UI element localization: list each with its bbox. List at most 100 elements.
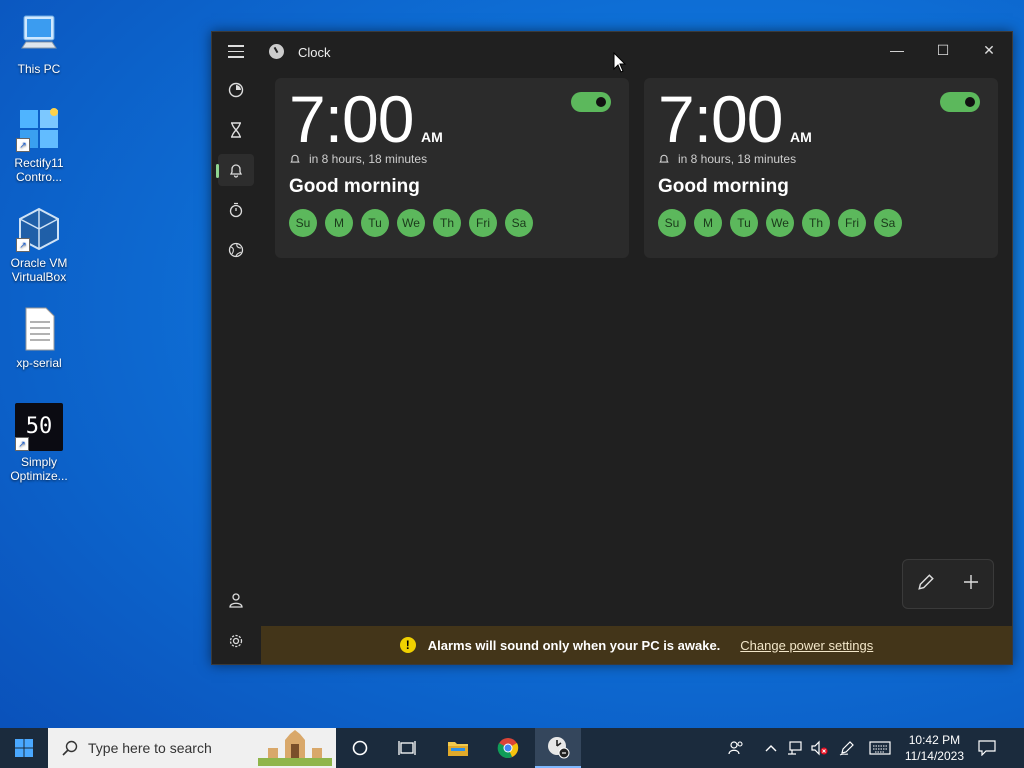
alarm-card[interactable]: 7:00 AM in 8 hours, 18 minutes Good morn… (275, 78, 629, 258)
nav-timer[interactable] (218, 114, 254, 146)
touch-keyboard-button[interactable] (866, 728, 894, 768)
alarm-clock-icon (548, 737, 570, 759)
day-chip: Th (802, 209, 830, 237)
alarm-actions (902, 559, 994, 609)
account-button[interactable] (218, 584, 254, 616)
windows-start-icon (15, 739, 33, 757)
desktop-icon-label: This PC (17, 62, 61, 76)
taskbar-clock[interactable]: 10:42 PM 11/14/2023 (905, 732, 964, 764)
file-explorer-button[interactable] (437, 728, 479, 768)
desktop-icon-virtualbox[interactable]: ↗ Oracle VM VirtualBox (4, 206, 74, 284)
simply-optimize-icon: 50 ↗ (15, 403, 63, 451)
day-chip: Th (433, 209, 461, 237)
day-chip: M (325, 209, 353, 237)
desktop-icon-label: Simply Optimize... (10, 455, 68, 483)
people-button[interactable] (724, 728, 748, 768)
nav-alarm[interactable] (216, 154, 254, 186)
day-chip: Fri (469, 209, 497, 237)
hamburger-menu-icon[interactable] (228, 45, 244, 59)
network-button[interactable] (784, 728, 806, 768)
taskbar-search-box[interactable]: Type here to search (48, 728, 336, 768)
gear-icon (229, 634, 243, 648)
nav-focus-sessions[interactable] (218, 74, 254, 106)
focus-sessions-icon (228, 82, 244, 98)
text-document-icon (16, 306, 62, 352)
alarm-time: 7:00 (658, 82, 783, 156)
maximize-button[interactable]: ☐ (920, 32, 966, 68)
day-chip: Sa (874, 209, 902, 237)
computer-icon (16, 12, 62, 58)
alarm-remaining-text: in 8 hours, 18 minutes (309, 152, 428, 166)
desktop-icon-this-pc[interactable]: This PC (4, 12, 74, 76)
bell-icon (659, 154, 669, 163)
edit-alarms-button[interactable] (917, 573, 935, 596)
task-view-button[interactable] (387, 728, 427, 768)
alarm-card[interactable]: 7:00 AM in 8 hours, 18 minutes Good morn… (644, 78, 998, 258)
warning-icon: ! (399, 637, 416, 653)
alarm-ampm: AM (421, 129, 443, 145)
info-message: Alarms will sound only when your PC is a… (427, 637, 721, 653)
action-center-button[interactable] (972, 728, 1002, 768)
change-power-settings-link[interactable]: Change power settings (740, 638, 873, 653)
nav-stopwatch[interactable] (218, 194, 254, 226)
alarm-time: 7:00 (289, 82, 414, 156)
taskbar-time: 10:42 PM (908, 733, 961, 747)
show-hidden-icons-button[interactable] (762, 728, 780, 768)
clock-taskbar-button[interactable] (535, 728, 581, 768)
globe-icon (228, 242, 244, 258)
alarm-days: Su M Tu We Th Fri Sa (658, 209, 902, 237)
power-info-bar: ! Alarms will sound only when your PC is… (261, 626, 1012, 664)
search-placeholder: Type here to search (88, 740, 212, 756)
day-chip: We (766, 209, 794, 237)
alarm-remaining-text: in 8 hours, 18 minutes (678, 152, 797, 166)
windows-logo-icon: ↗ (16, 106, 62, 152)
cortana-button[interactable] (340, 728, 380, 768)
taskbar: Type here to search 10:42 PM 11/14/2023 (0, 728, 1024, 768)
volume-muted-icon (811, 740, 828, 756)
search-highlight-temple-icon (258, 730, 332, 766)
title-bar[interactable]: Clock — ☐ ✕ (212, 32, 1012, 72)
people-icon (728, 741, 743, 755)
day-chip: Sa (505, 209, 533, 237)
minimize-button[interactable]: — (874, 32, 920, 68)
plus-icon (964, 574, 978, 589)
day-chip: We (397, 209, 425, 237)
stopwatch-icon (229, 202, 243, 218)
day-chip: Fri (838, 209, 866, 237)
alarm-toggle[interactable] (940, 92, 980, 112)
cortana-circle-icon (352, 740, 368, 756)
volume-button[interactable] (808, 728, 830, 768)
desktop-icon-simply-optimize[interactable]: 50 ↗ Simply Optimize... (4, 403, 74, 483)
pen-workspace-button[interactable] (836, 728, 858, 768)
task-view-icon (398, 741, 416, 755)
day-chip: Su (658, 209, 686, 237)
clock-window: Clock — ☐ ✕ 7:00 AM in 8 hours, 18 minut… (211, 31, 1013, 665)
add-alarm-button[interactable] (963, 574, 979, 595)
desktop-icon-xp-serial[interactable]: xp-serial (4, 306, 74, 370)
day-chip: M (694, 209, 722, 237)
clock-app-icon (269, 44, 284, 59)
person-icon (229, 593, 243, 608)
alarm-remaining: in 8 hours, 18 minutes (289, 152, 427, 166)
settings-button[interactable] (218, 625, 254, 657)
desktop-icon-label: Oracle VM VirtualBox (10, 256, 68, 284)
taskbar-date: 11/14/2023 (904, 749, 964, 763)
chrome-button[interactable] (487, 728, 529, 768)
nav-world-clock[interactable] (218, 234, 254, 266)
mouse-cursor-icon (613, 52, 627, 73)
alarm-remaining: in 8 hours, 18 minutes (658, 152, 796, 166)
alarm-days: Su M Tu We Th Fri Sa (289, 209, 533, 237)
bell-icon (290, 154, 300, 163)
alarm-toggle[interactable] (571, 92, 611, 112)
search-icon (62, 740, 78, 756)
alarm-name: Good morning (289, 176, 420, 197)
day-chip: Tu (730, 209, 758, 237)
pencil-icon (918, 573, 934, 590)
shortcut-arrow-icon: ↗ (15, 437, 29, 451)
day-chip: Tu (361, 209, 389, 237)
close-button[interactable]: ✕ (966, 32, 1012, 68)
chevron-up-icon (765, 745, 777, 752)
desktop-icon-rectify11[interactable]: ↗ Rectify11 Contro... (4, 106, 74, 184)
day-chip: Su (289, 209, 317, 237)
start-button[interactable] (0, 728, 48, 768)
